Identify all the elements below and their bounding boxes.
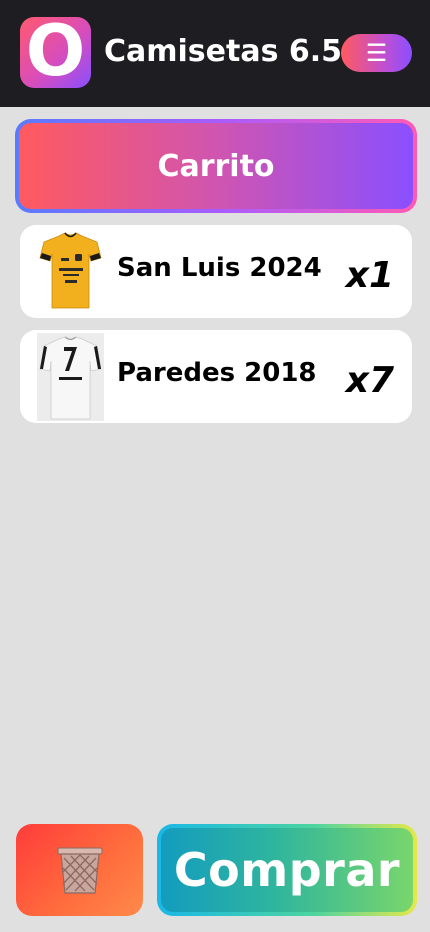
hamburger-menu-icon: ☰ <box>365 39 388 67</box>
yellow-jersey-image <box>37 228 104 316</box>
app-logo[interactable]: O <box>20 17 91 88</box>
item-name: San Luis 2024 <box>117 253 322 283</box>
white-jersey-image <box>37 333 104 421</box>
item-quantity: x1 <box>345 255 394 296</box>
buy-button-inner: Comprar <box>161 828 413 912</box>
item-quantity: x7 <box>345 360 394 401</box>
cart-item[interactable]: San Luis 2024 x1 <box>20 225 412 318</box>
buy-button[interactable]: Comprar <box>157 824 417 916</box>
logo-letter: O <box>25 17 86 88</box>
trash-basket-icon <box>57 847 102 894</box>
cart-header-inner: Carrito <box>19 123 413 209</box>
empty-cart-button[interactable] <box>16 824 143 916</box>
top-bar: O Camisetas 6.5 ☰ <box>0 0 430 107</box>
cart-title: Carrito <box>157 148 275 184</box>
menu-button[interactable]: ☰ <box>341 34 412 72</box>
cart-header: Carrito <box>15 119 417 213</box>
buy-label: Comprar <box>173 843 401 897</box>
app-title: Camisetas 6.5 <box>104 34 343 69</box>
cart-item[interactable]: Paredes 2018 x7 <box>20 330 412 423</box>
item-name: Paredes 2018 <box>117 358 317 388</box>
